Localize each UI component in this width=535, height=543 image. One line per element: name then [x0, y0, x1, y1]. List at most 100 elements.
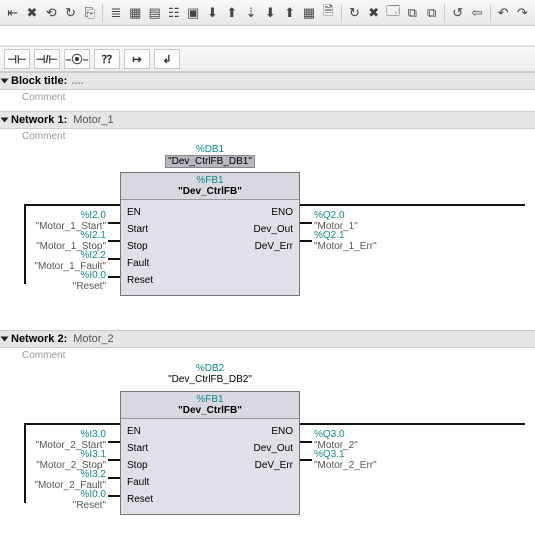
block-comment[interactable]: Comment [0, 90, 535, 105]
tag-name[interactable]: "Reset" [16, 500, 106, 511]
tool-icon[interactable]: ⬆ [281, 3, 298, 23]
pin-fault: Fault [127, 258, 149, 269]
tool-icon[interactable]: ≣ [107, 3, 124, 23]
en-pin: EN [127, 207, 141, 218]
wire [300, 423, 525, 425]
tag-addr: %I3.0 [16, 429, 106, 440]
db-name[interactable]: "Dev_CtrlFB_DB1" [165, 155, 255, 168]
network-comment[interactable]: Comment [0, 129, 535, 144]
wire [108, 222, 120, 224]
fb-name: "Dev_CtrlFB" [121, 405, 299, 416]
tool-icon[interactable]: ⧉ [404, 3, 421, 23]
tool-icon[interactable]: ✖ [23, 3, 40, 23]
separator [444, 4, 445, 22]
wire [108, 258, 120, 260]
tool-icon[interactable]: ▦ [300, 3, 317, 23]
separator [341, 4, 342, 22]
wire [108, 495, 120, 497]
ladder-toolbar: ⊣⊢ ⊣/⊢ –⦿– ⁇ ↦ ↲ [0, 46, 535, 72]
db-address: %DB1 [120, 144, 300, 155]
tag-addr: %I3.2 [16, 469, 106, 480]
tag-name[interactable]: "Reset" [16, 281, 106, 292]
tag-addr: %Q3.1 [314, 449, 377, 460]
branch-close-button[interactable]: ↲ [154, 49, 180, 69]
tool-icon[interactable]: ▣ [185, 3, 202, 23]
network-name[interactable]: Motor_1 [73, 114, 113, 126]
blank-strip [0, 26, 535, 46]
block-title-value[interactable]: .... [71, 75, 83, 87]
tool-icon[interactable]: ⇤ [4, 3, 21, 23]
network-label: Network 2: [11, 333, 67, 345]
separator [490, 4, 491, 22]
tool-icon[interactable]: ⇦ [468, 3, 485, 23]
wire [300, 222, 312, 224]
collapse-icon[interactable] [1, 79, 9, 84]
tool-icon[interactable]: ⇣ [242, 3, 259, 23]
ladder-area-2[interactable]: %DB2 "Dev_CtrlFB_DB2" %FB1 "Dev_CtrlFB" … [0, 363, 535, 543]
network-comment[interactable]: Comment [0, 348, 535, 363]
tag-addr: %I2.1 [16, 230, 106, 241]
tool-icon[interactable]: ⎘ [81, 3, 98, 23]
fb-block[interactable]: %FB1 "Dev_CtrlFB" ENENO StartDev_Out Sto… [120, 172, 300, 296]
tag-addr: %I3.1 [16, 449, 106, 460]
eno-pin: ENO [271, 207, 293, 218]
fb-block[interactable]: %FB1 "Dev_CtrlFB" ENENO StartDev_Out Sto… [120, 391, 300, 515]
eno-pin: ENO [271, 426, 293, 437]
network-header-2[interactable]: Network 2: Motor_2 [0, 330, 535, 348]
tool-icon[interactable]: ⬇ [262, 3, 279, 23]
wire [300, 240, 312, 242]
collapse-icon[interactable] [1, 118, 9, 123]
pin-reset: Reset [127, 275, 153, 286]
db-address: %DB2 [120, 363, 300, 374]
pin-stop: Stop [127, 241, 148, 252]
tool-icon[interactable]: ▤ [146, 3, 163, 23]
tool-icon[interactable]: ⧉ [423, 3, 440, 23]
tool-icon[interactable]: ✖ [365, 3, 382, 23]
empty-box-button[interactable]: ⁇ [94, 49, 120, 69]
network-header-1[interactable]: Network 1: Motor_1 [0, 111, 535, 129]
tool-icon[interactable]: ⬇ [204, 3, 221, 23]
fb-name: "Dev_CtrlFB" [121, 186, 299, 197]
wire [300, 204, 525, 206]
contact-no-button[interactable]: ⊣⊢ [4, 49, 30, 69]
tag-addr: %Q3.0 [314, 429, 358, 440]
tool-icon[interactable]: 🗎 [320, 3, 337, 23]
pin-deverr: DeV_Err [255, 460, 293, 471]
pin-devout: Dev_Out [254, 443, 293, 454]
tool-icon[interactable]: ↶ [495, 3, 512, 23]
network-label: Network 1: [11, 114, 67, 126]
tool-icon[interactable]: ▦ [127, 3, 144, 23]
pin-start: Start [127, 443, 148, 454]
contact-nc-button[interactable]: ⊣/⊢ [34, 49, 60, 69]
wire [108, 477, 120, 479]
pin-stop: Stop [127, 460, 148, 471]
tag-addr: %I2.2 [16, 250, 106, 261]
tool-icon[interactable]: ⟲ [43, 3, 60, 23]
block-title-bar[interactable]: Block title: .... [0, 72, 535, 90]
collapse-icon[interactable] [1, 337, 9, 342]
wire [24, 204, 120, 206]
tag-addr: %I2.0 [16, 210, 106, 221]
tag-name[interactable]: "Motor_1_Err" [314, 241, 377, 252]
tool-icon[interactable]: ↻ [62, 3, 79, 23]
wire [108, 276, 120, 278]
wire [108, 459, 120, 461]
pin-start: Start [127, 224, 148, 235]
tool-icon[interactable]: ⬆ [223, 3, 240, 23]
pin-deverr: DeV_Err [255, 241, 293, 252]
tool-icon[interactable]: ↷ [514, 3, 531, 23]
tool-icon[interactable]: ↺ [449, 3, 466, 23]
network-name[interactable]: Motor_2 [73, 333, 113, 345]
db-name[interactable]: "Dev_CtrlFB_DB2" [120, 374, 300, 385]
coil-button[interactable]: –⦿– [64, 49, 90, 69]
tool-icon[interactable]: ↻ [346, 3, 363, 23]
tool-icon[interactable]: 🗔 [384, 3, 401, 23]
tag-name[interactable]: "Motor_2_Err" [314, 460, 377, 471]
en-pin: EN [127, 426, 141, 437]
wire [300, 459, 312, 461]
ladder-area-1[interactable]: %DB1 "Dev_CtrlFB_DB1" %FB1 "Dev_CtrlFB" … [0, 144, 535, 324]
tag-addr: %I0.0 [16, 270, 106, 281]
branch-open-button[interactable]: ↦ [124, 49, 150, 69]
pin-reset: Reset [127, 494, 153, 505]
tool-icon[interactable]: ☷ [165, 3, 182, 23]
